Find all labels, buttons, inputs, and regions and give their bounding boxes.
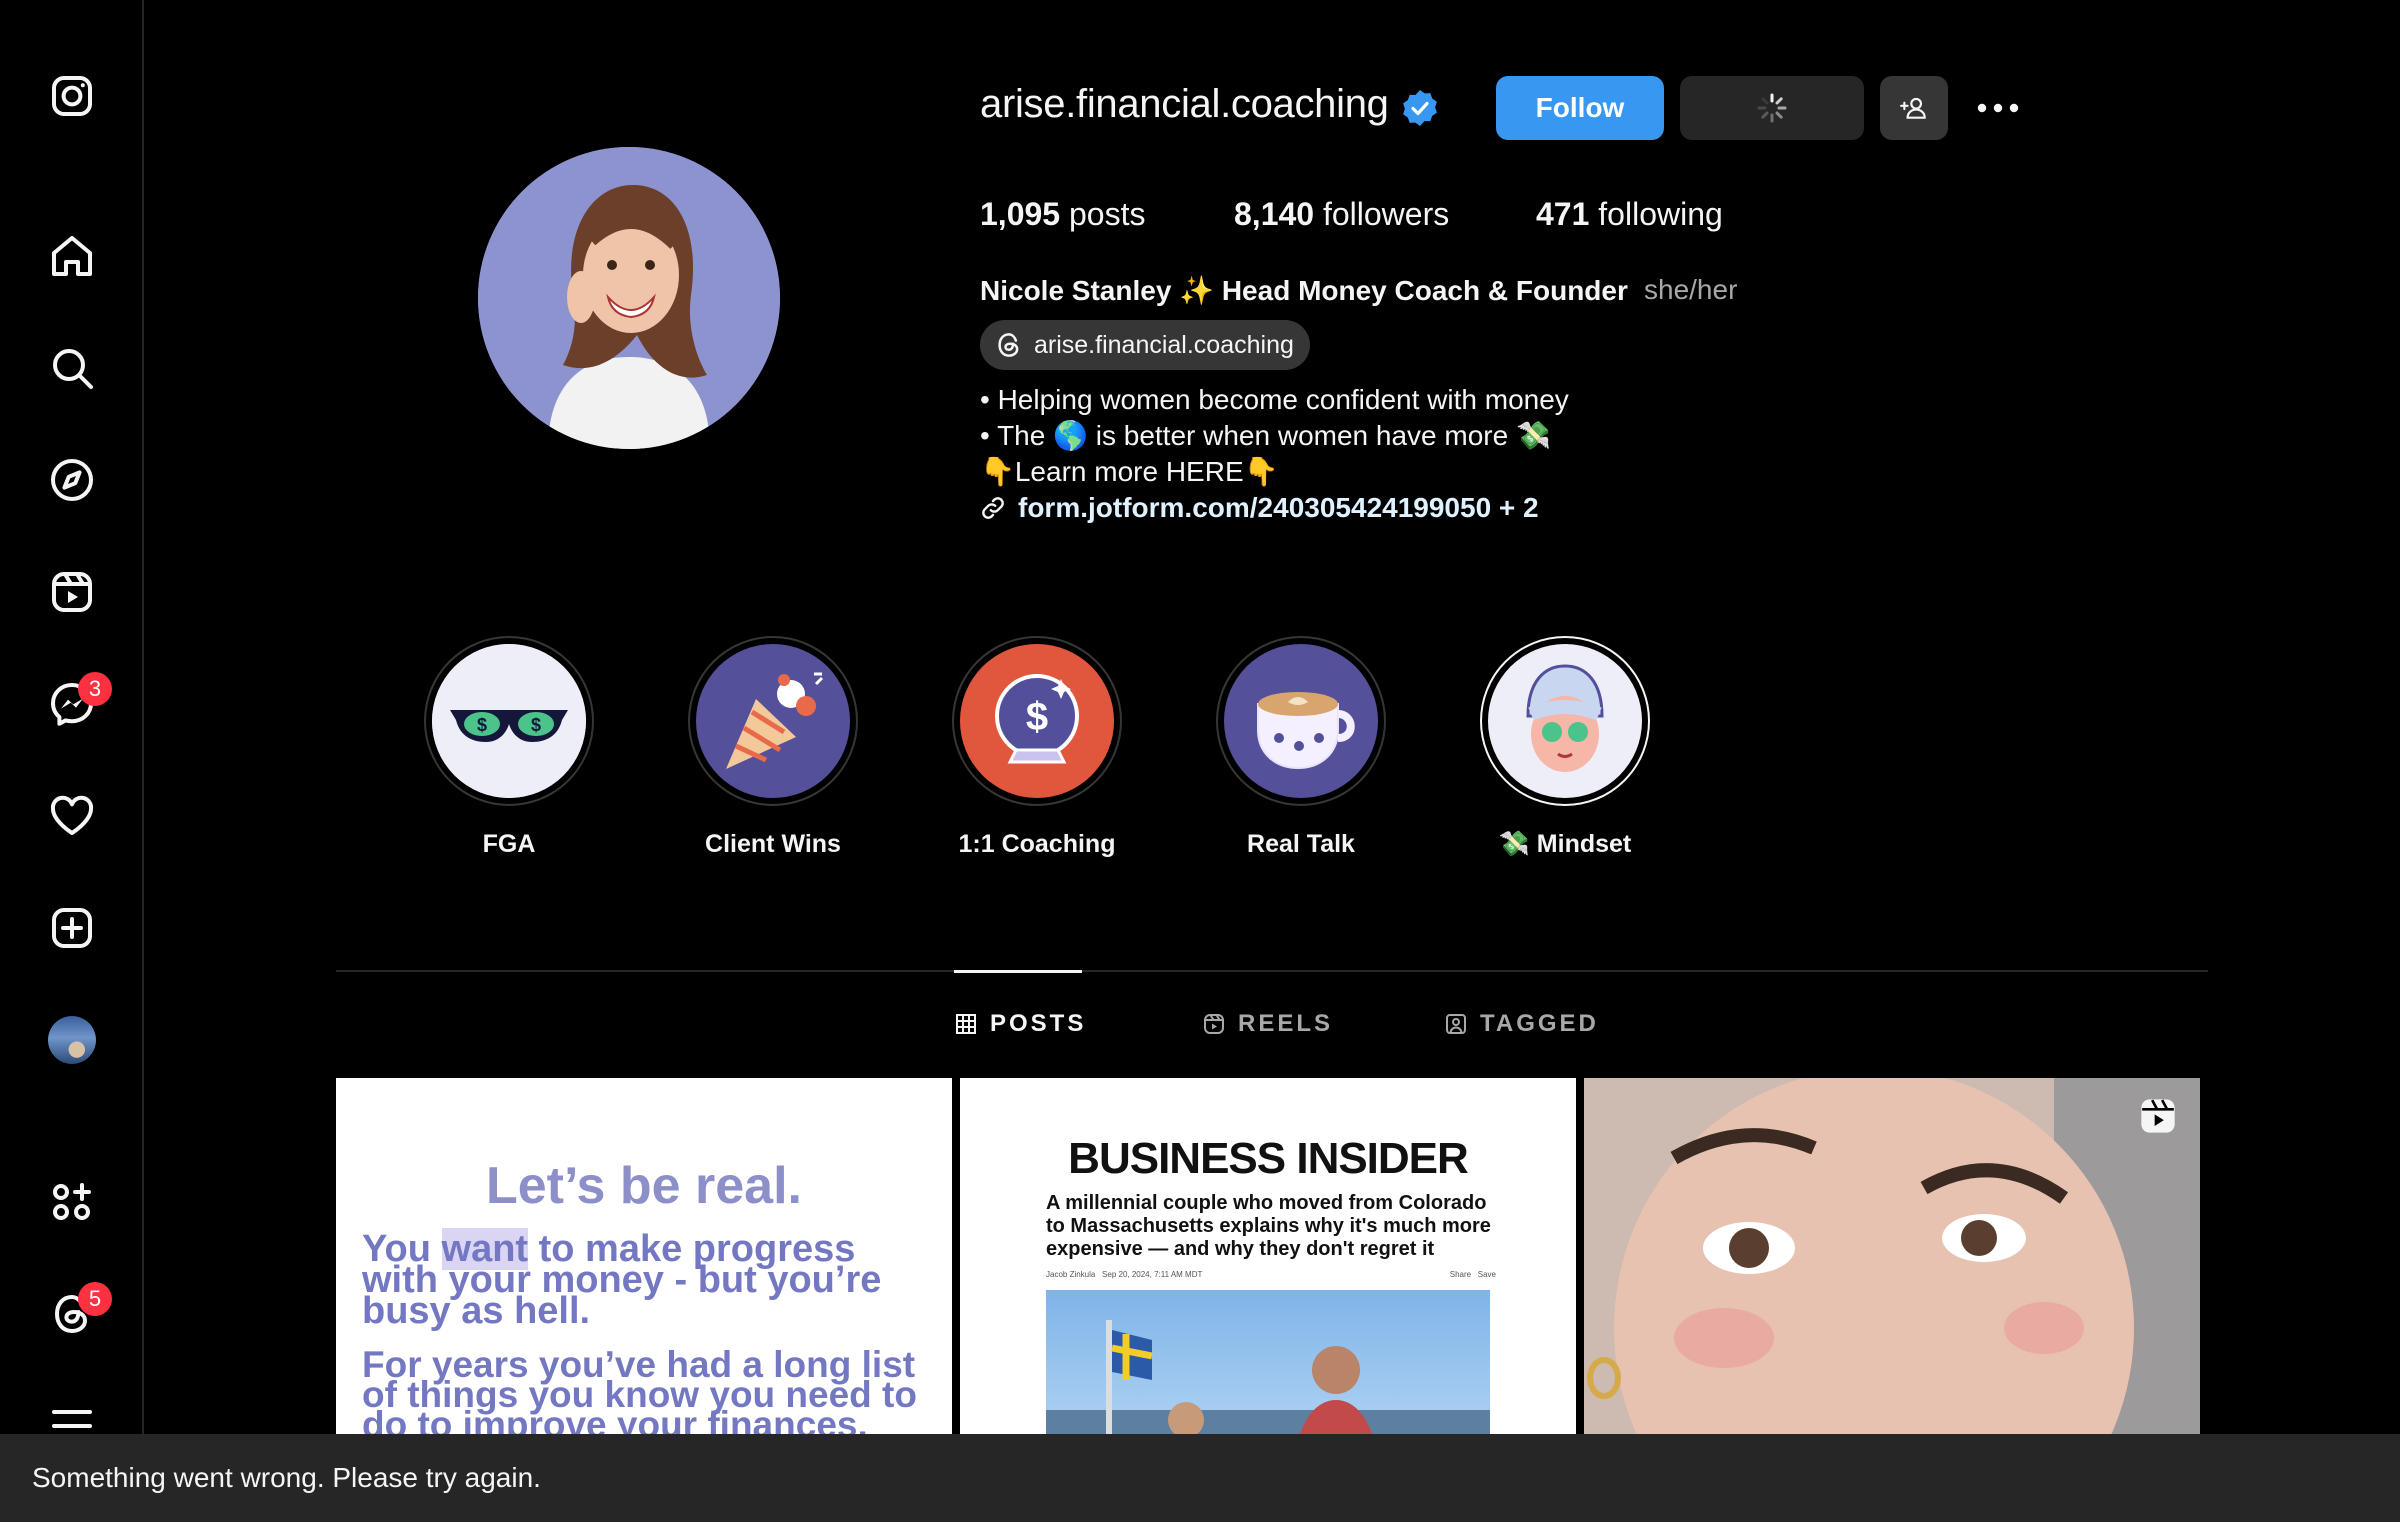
profile-avatar[interactable]: [46, 1014, 98, 1066]
threads-link-pill[interactable]: arise.financial.coaching: [980, 320, 1310, 370]
tab-posts[interactable]: POSTS: [954, 1010, 1086, 1038]
party-popper-icon: [696, 644, 850, 798]
profile-pronouns: she/her: [1644, 274, 1738, 305]
highlight-1-1-coaching[interactable]: $ 1:1 Coaching: [937, 636, 1137, 859]
face-mask-icon: [1488, 644, 1642, 798]
profile-full-name: Nicole Stanley ✨ Head Money Coach & Foun…: [980, 275, 1628, 306]
post-title: Let’s be real.: [486, 1157, 802, 1215]
profile-bio: • Helping women become confident with mo…: [980, 382, 1569, 490]
tabs-divider: [336, 970, 2208, 972]
highlight-label: 1:1 Coaching: [958, 830, 1116, 858]
svg-text:$: $: [531, 715, 541, 735]
suggested-users-button[interactable]: [1880, 76, 1948, 140]
error-toast: Something went wrong. Please try again.: [0, 1434, 2400, 1522]
loading-spinner-icon: [1757, 93, 1787, 123]
link-icon: [982, 497, 1004, 519]
more-dots-icon: [1977, 103, 2019, 113]
followers-stat[interactable]: 8,140 followers: [1234, 196, 1449, 233]
highlight-client-wins[interactable]: Client Wins: [673, 636, 873, 859]
profile-username: arise.financial.coaching: [980, 82, 1389, 126]
svg-text:$: $: [477, 715, 487, 735]
threads-handle: arise.financial.coaching: [1034, 330, 1294, 359]
following-stat[interactable]: 471 following: [1536, 196, 1723, 233]
bio-line: • Helping women become confident with mo…: [980, 384, 1569, 415]
highlight-label: Client Wins: [705, 830, 841, 858]
toast-message: Something went wrong. Please try again.: [32, 1462, 541, 1493]
message-button-loading[interactable]: [1680, 76, 1864, 140]
bio-line: • The 🌎 is better when women have more 💸: [980, 420, 1551, 451]
post-tile[interactable]: BUSINESS INSIDER A millennial couple who…: [960, 1078, 1576, 1438]
messenger-icon[interactable]: 3: [46, 672, 112, 730]
home-icon[interactable]: [46, 230, 98, 282]
threads-icon: [998, 333, 1019, 357]
highlight-label: Real Talk: [1247, 830, 1355, 858]
post-body: You want to make progress with your mone…: [362, 1228, 882, 1332]
verified-badge-icon: [1403, 90, 1437, 126]
coffee-cup-icon: [1224, 644, 1378, 798]
instagram-logo-icon[interactable]: [46, 70, 98, 122]
post-article-meta: Jacob Zinkula Sep 20, 2024, 7:11 AM MDT …: [1046, 1270, 1496, 1279]
profile-external-link[interactable]: form.jotform.com/240305424199050 + 2: [980, 492, 1539, 524]
sunglasses-icon: $ $: [432, 644, 586, 798]
create-icon[interactable]: [46, 902, 98, 954]
post-body-secondary: For years you’ve had a long list of thin…: [362, 1344, 917, 1438]
posts-stat: 1,095 posts: [980, 196, 1146, 232]
explore-icon[interactable]: [46, 454, 98, 506]
tab-reels[interactable]: REELS: [1202, 1010, 1333, 1038]
highlight-real-talk[interactable]: Real Talk: [1201, 636, 1401, 859]
follow-button[interactable]: Follow: [1496, 76, 1664, 140]
post-reel-thumbnail: [1584, 1078, 2200, 1438]
post-masthead: BUSINESS INSIDER: [1068, 1134, 1469, 1183]
apps-icon[interactable]: [46, 1176, 98, 1228]
bio-line: 👇Learn more HERE👇: [980, 456, 1279, 487]
highlight-label: FGA: [482, 830, 536, 858]
highlight-label: 💸 Mindset: [1498, 830, 1632, 858]
svg-text:$: $: [1026, 695, 1048, 739]
post-article-photo: [1046, 1290, 1490, 1438]
sidebar: 3 5: [0, 0, 144, 1522]
active-tab-indicator: [954, 970, 1082, 973]
crystal-ball-icon: $: [960, 644, 1114, 798]
highlight-fga[interactable]: $ $ FGA: [409, 636, 609, 859]
highlight-mindset[interactable]: 💸 Mindset: [1465, 636, 1665, 859]
tagged-icon: [1446, 1014, 1466, 1034]
threads-badge: 5: [78, 1282, 112, 1316]
link-text: form.jotform.com/240305424199050 + 2: [1018, 492, 1539, 523]
notifications-heart-icon[interactable]: [46, 790, 98, 842]
add-user-icon: [1900, 97, 1926, 119]
threads-icon[interactable]: 5: [46, 1282, 112, 1340]
post-headline: A millennial couple who moved from Color…: [1046, 1192, 1491, 1260]
messages-badge: 3: [78, 672, 112, 706]
post-tile-reel[interactable]: [1584, 1078, 2200, 1438]
reels-icon: [1204, 1014, 1224, 1034]
tab-tagged[interactable]: TAGGED: [1444, 1010, 1599, 1038]
profile-picture[interactable]: [478, 147, 780, 449]
grid-icon: [956, 1014, 976, 1034]
search-icon[interactable]: [46, 342, 98, 394]
post-tile[interactable]: Let’s be real. You want to make progress…: [336, 1078, 952, 1438]
reel-badge-icon: [2141, 1099, 2175, 1133]
reels-icon[interactable]: [46, 566, 98, 618]
more-options-button[interactable]: [1970, 76, 2026, 140]
